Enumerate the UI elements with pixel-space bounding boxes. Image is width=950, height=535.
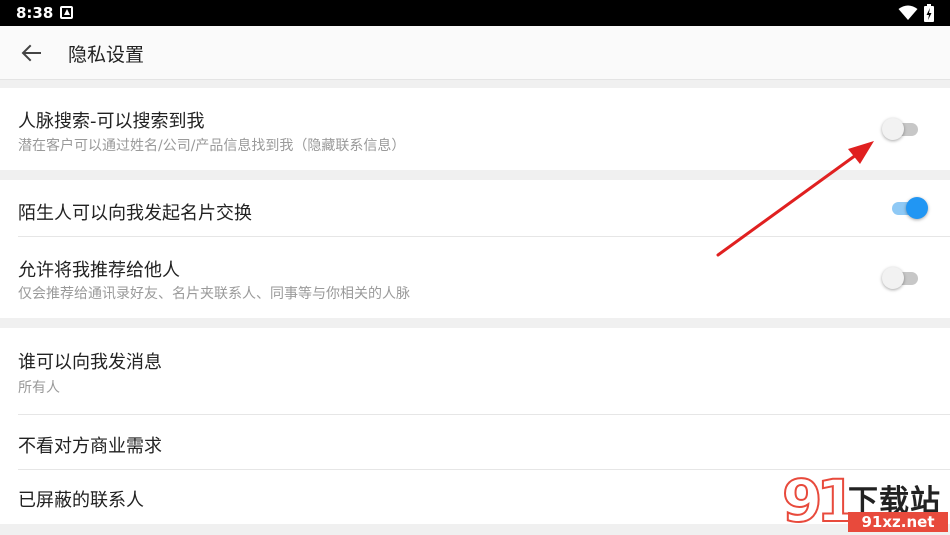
exchange-toggle-thumb bbox=[906, 197, 928, 219]
contact-card: 陌生人可以向我发起名片交换 允许将我推荐给他人 仅会推荐给通讯录好友、名片夹联系… bbox=[0, 180, 950, 318]
recommend-setting-subtitle: 仅会推荐给通讯录好友、名片夹联系人、同事等与你相关的人脉 bbox=[18, 286, 410, 302]
blocked-contacts-title: 已屏蔽的联系人 bbox=[18, 490, 144, 511]
search-toggle-thumb bbox=[882, 118, 904, 140]
status-bar: 8:38 bbox=[0, 0, 950, 26]
search-card: 人脉搜索-可以搜索到我 潜在客户可以通过姓名/公司/产品信息找到我（隐藏联系信息… bbox=[0, 88, 950, 170]
messages-setting-title: 谁可以向我发消息 bbox=[18, 352, 162, 373]
recommend-toggle-thumb bbox=[882, 267, 904, 289]
recommend-setting-row[interactable]: 允许将我推荐给他人 仅会推荐给通讯录好友、名片夹联系人、同事等与你相关的人脉 bbox=[0, 237, 950, 318]
notification-icon bbox=[60, 6, 73, 19]
exchange-toggle[interactable] bbox=[888, 196, 928, 220]
messages-setting-value: 所有人 bbox=[18, 380, 60, 396]
watermark-logo: 91 下载站 91xz.net bbox=[778, 467, 950, 535]
search-setting-subtitle: 潜在客户可以通过姓名/公司/产品信息找到我（隐藏联系信息） bbox=[18, 138, 406, 154]
back-arrow-icon[interactable] bbox=[18, 41, 44, 65]
battery-icon bbox=[924, 4, 934, 22]
search-setting-row[interactable]: 人脉搜索-可以搜索到我 潜在客户可以通过姓名/公司/产品信息找到我（隐藏联系信息… bbox=[0, 88, 950, 170]
messages-setting-row[interactable]: 谁可以向我发消息 所有人 bbox=[0, 328, 950, 414]
search-setting-title: 人脉搜索-可以搜索到我 bbox=[18, 111, 205, 132]
exchange-setting-title: 陌生人可以向我发起名片交换 bbox=[18, 203, 252, 224]
hide-demand-title: 不看对方商业需求 bbox=[18, 436, 162, 457]
page-title: 隐私设置 bbox=[68, 44, 145, 66]
watermark-url: 91xz.net bbox=[848, 512, 948, 532]
app-bar: 隐私设置 bbox=[0, 26, 950, 80]
recommend-toggle[interactable] bbox=[882, 266, 922, 290]
watermark-number: 91 bbox=[781, 467, 858, 535]
exchange-setting-row[interactable]: 陌生人可以向我发起名片交换 bbox=[0, 180, 950, 236]
status-time: 8:38 bbox=[16, 4, 54, 22]
search-toggle[interactable] bbox=[882, 117, 922, 141]
recommend-setting-title: 允许将我推荐给他人 bbox=[18, 260, 180, 281]
hide-demand-row[interactable]: 不看对方商业需求 bbox=[0, 415, 950, 469]
wifi-icon bbox=[898, 5, 918, 20]
